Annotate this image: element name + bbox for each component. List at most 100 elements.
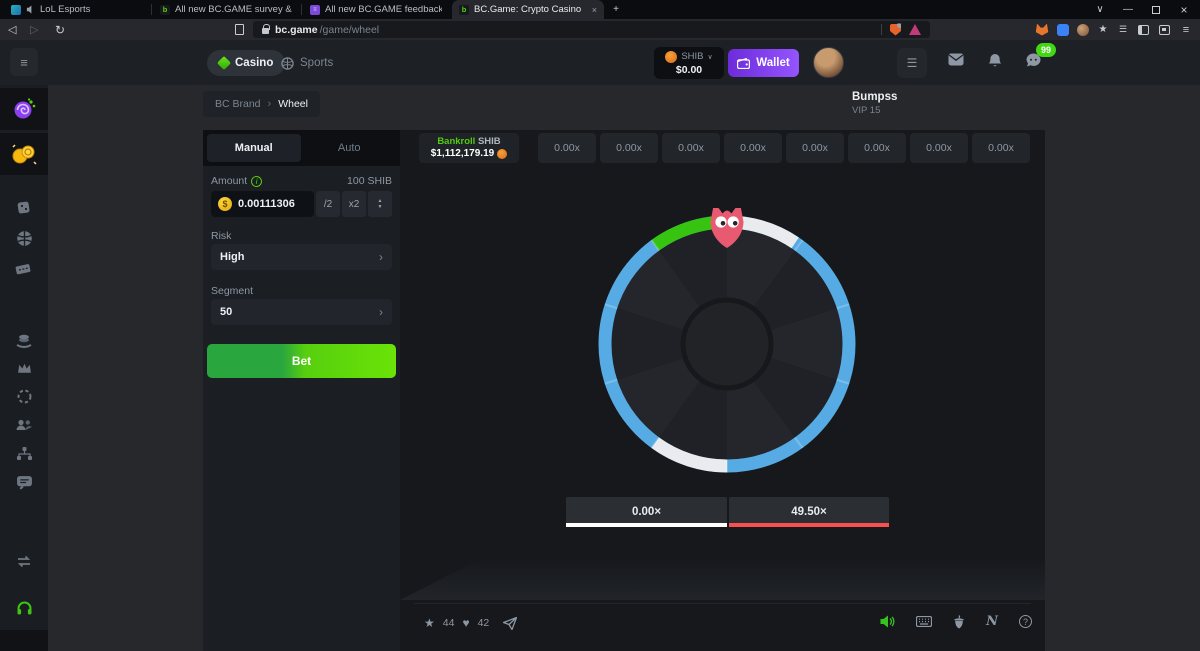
sidebar-item-racing[interactable] (0, 254, 48, 282)
window-maximize-button[interactable] (1144, 0, 1168, 19)
ticket-icon (15, 261, 33, 276)
inbox-button[interactable] (948, 53, 964, 71)
multiplier-chip[interactable]: 0.00x (910, 133, 968, 163)
tab-bcgame-active[interactable]: b BC.Game: Crypto Casino Games & × (452, 0, 604, 19)
share-icon[interactable] (503, 617, 517, 630)
window-minimize-button[interactable]: — (1116, 0, 1140, 19)
stepper-down-icon[interactable]: ▼ (378, 205, 383, 210)
result-summary: 0.00× 49.50× (566, 497, 889, 527)
chevron-right-icon: › (379, 305, 383, 319)
sidebar-item-bonus[interactable] (0, 382, 48, 410)
lol-favicon-icon (11, 5, 21, 15)
user-avatar[interactable] (813, 47, 844, 78)
double-bet-button[interactable]: x2 (342, 191, 366, 217)
favorite-count: 44 (443, 617, 455, 629)
tab-search-icon[interactable]: ∨ (1088, 0, 1112, 19)
notifications-button[interactable] (988, 53, 1002, 73)
reading-list-icon[interactable]: ☰ (1116, 23, 1130, 36)
sidebar-item-vip[interactable] (0, 354, 48, 382)
tab-bcgame-feedback[interactable]: ≡ All new BC.GAME feedback (303, 0, 449, 19)
sidebar-item-support[interactable] (0, 594, 48, 622)
breadcrumb-chevron-icon: › (268, 98, 272, 110)
multiplier-chip[interactable]: 0.00x (600, 133, 658, 163)
sidebar-item-swap[interactable] (0, 547, 48, 575)
extension-triangle-icon[interactable] (909, 24, 921, 35)
lock-icon (262, 28, 269, 34)
half-bet-button[interactable]: /2 (316, 191, 340, 217)
hotkeys-keyboard-icon[interactable] (916, 616, 932, 627)
bet-button[interactable]: Bet (207, 344, 396, 378)
bc-diamond-icon (217, 56, 231, 70)
bet-control-panel: Manual Auto Amounti 100 SHIB $ 0.0011130… (203, 130, 400, 651)
tab-lol-esports[interactable]: LoL Esports (4, 0, 150, 19)
bankroll-currency: SHIB (478, 136, 501, 147)
amount-input[interactable]: $ 0.00111306 (211, 191, 314, 217)
nav-casino[interactable]: Casino (207, 50, 285, 76)
browser-menu-icon[interactable]: ≡ (1179, 23, 1193, 36)
back-button[interactable]: ◁ (8, 19, 16, 40)
breadcrumb-brand[interactable]: BC Brand (215, 98, 261, 110)
tab-manual[interactable]: Manual (207, 134, 301, 162)
risk-label: Risk (211, 230, 231, 242)
info-icon[interactable]: i (251, 176, 262, 187)
risk-select[interactable]: High › (211, 244, 392, 270)
tab-bcgame-survey[interactable]: b All new BC.GAME survey & feedback r (153, 0, 299, 19)
bankroll-value: $1,112,179.19 (431, 148, 494, 160)
new-tab-button[interactable]: + (608, 0, 624, 19)
nav-sports[interactable]: Sports (281, 50, 333, 76)
side-panel-icon[interactable] (1136, 23, 1150, 36)
help-icon[interactable]: ? (1019, 615, 1032, 628)
downloads-panel-icon[interactable] (1157, 23, 1171, 36)
live-stats-icon[interactable]: N (986, 614, 998, 629)
wallet-label: Wallet (756, 57, 789, 69)
blue-extension-icon[interactable] (1056, 23, 1070, 36)
username[interactable]: Bumpss (852, 91, 897, 103)
sound-on-icon[interactable] (880, 615, 895, 628)
reload-button[interactable]: ↻ (55, 19, 65, 40)
url-bar[interactable]: bc.game /game/wheel (253, 21, 930, 38)
amount-stepper[interactable]: ▲ ▼ (368, 191, 392, 217)
multiplier-chip[interactable]: 0.00x (538, 133, 596, 163)
dice-icon (16, 198, 33, 215)
result-box-zero: 0.00× (566, 497, 727, 527)
sidebar-toggle-button[interactable]: ≡ (10, 48, 38, 76)
sidebar-item-rewards[interactable] (0, 326, 48, 354)
multiplier-chip[interactable]: 0.00x (972, 133, 1030, 163)
stepper-up-icon[interactable]: ▲ (378, 199, 383, 204)
seed-acorn-icon[interactable] (953, 615, 965, 629)
multiplier-chip[interactable]: 0.00x (786, 133, 844, 163)
sidebar-promo-spin[interactable] (0, 88, 48, 130)
tab-auto[interactable]: Auto (303, 134, 397, 162)
adblock-shield-icon[interactable] (890, 24, 901, 36)
sidebar-item-affiliate[interactable] (0, 411, 48, 439)
bcgame-favicon-icon: b (160, 5, 170, 15)
segment-select[interactable]: 50 › (211, 299, 392, 325)
sidebar-item-network[interactable] (0, 439, 48, 467)
currency-selector[interactable]: SHIB ∨ $0.00 (654, 47, 724, 79)
multiplier-chip[interactable]: 0.00x (848, 133, 906, 163)
basketball-icon (16, 230, 33, 247)
wallet-button[interactable]: Wallet (728, 49, 799, 77)
quick-menu-button[interactable]: ☰ (897, 48, 927, 78)
sidebar-item-sports[interactable] (0, 224, 48, 252)
browser-tab-bar: LoL Esports b All new BC.GAME survey & f… (0, 0, 1200, 19)
window-close-button[interactable]: × (1172, 0, 1196, 19)
like-heart-icon[interactable]: ♥ (462, 616, 469, 630)
sidebar-item-casino[interactable] (0, 192, 48, 220)
bookmark-icon[interactable] (235, 19, 244, 40)
profile-avatar-icon[interactable] (1076, 23, 1090, 36)
nav-casino-label: Casino (235, 57, 273, 69)
favorite-star-icon[interactable]: ★ (424, 616, 435, 630)
extensions-icon[interactable]: ★ (1096, 23, 1110, 36)
metamask-extension-icon[interactable] (1035, 23, 1049, 36)
browser-toolbar: ◁ ▷ ↻ bc.game /game/wheel ★ ☰ ≡ (0, 19, 1200, 40)
multiplier-chip[interactable]: 0.00x (724, 133, 782, 163)
sidebar-item-forum[interactable] (0, 468, 48, 496)
forward-button[interactable]: ▷ (30, 19, 38, 40)
forms-favicon-icon: ≡ (310, 5, 320, 15)
wallet-icon (737, 58, 750, 69)
tab-title: BC.Game: Crypto Casino Games & (474, 4, 581, 15)
tab-close-icon[interactable]: × (592, 5, 597, 15)
sidebar-promo-coins[interactable] (0, 133, 48, 175)
multiplier-chip[interactable]: 0.00x (662, 133, 720, 163)
